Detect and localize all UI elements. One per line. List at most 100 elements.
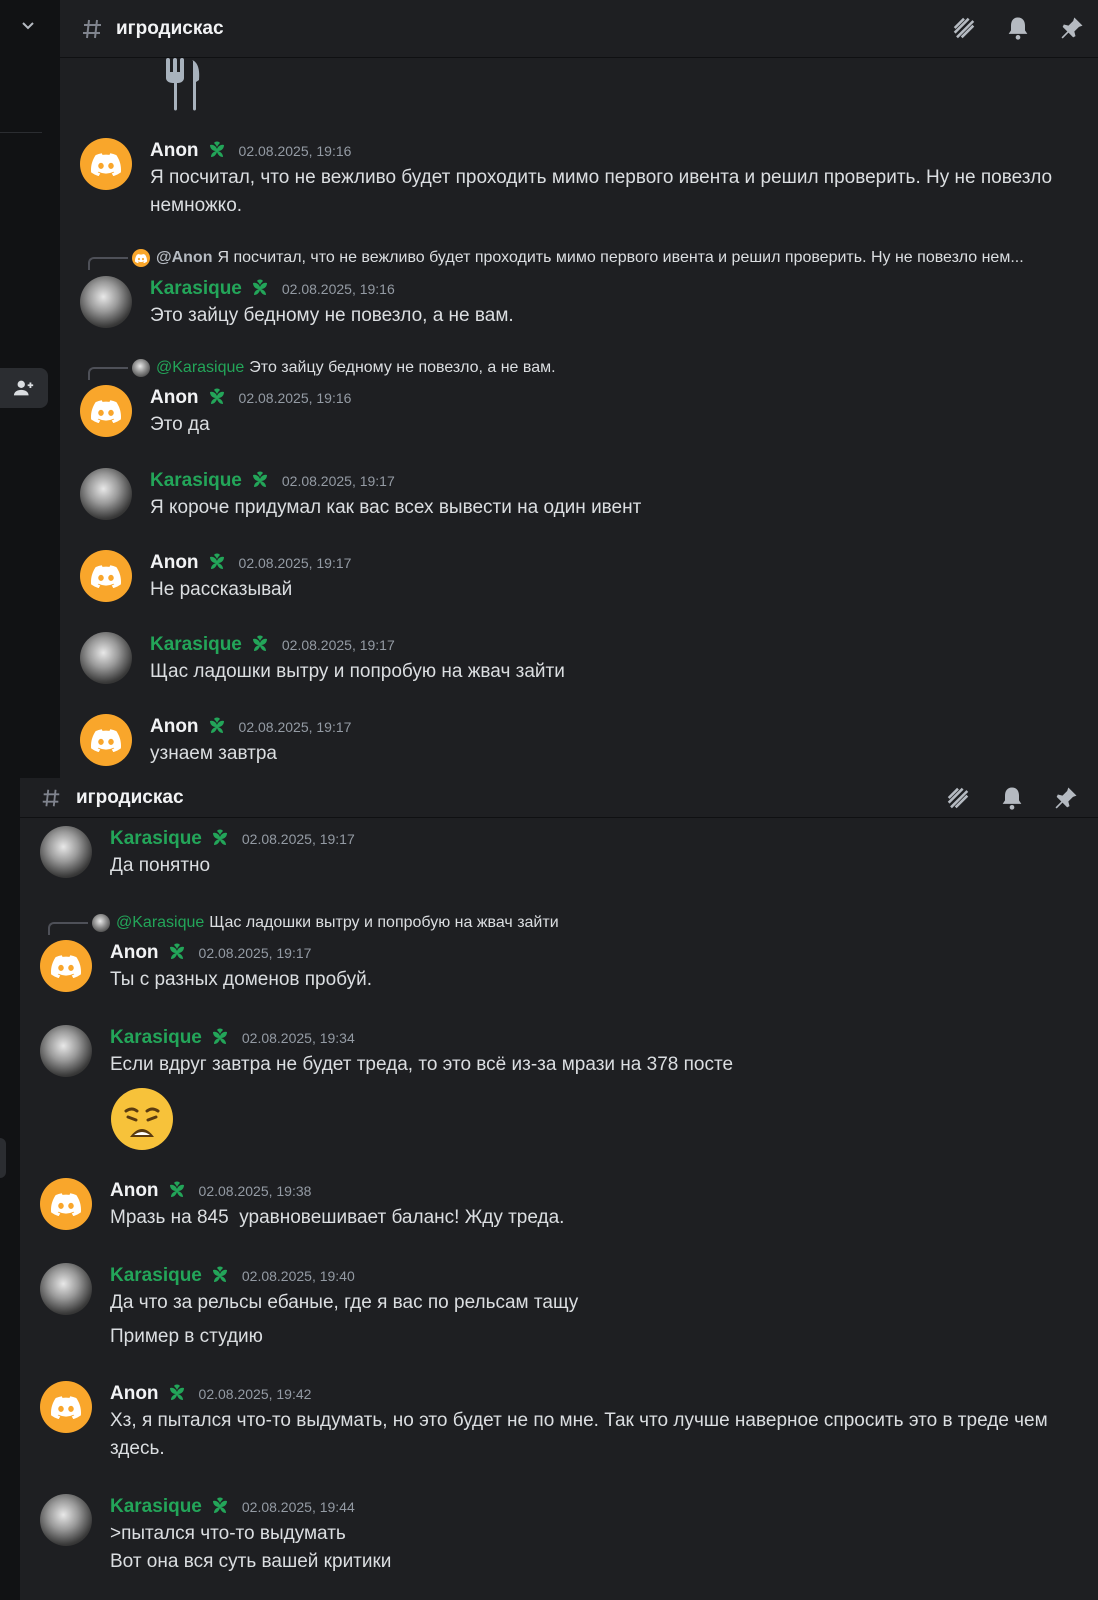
leaf-badge-icon <box>165 1382 189 1406</box>
hash-icon <box>42 789 60 806</box>
channel-title: игродискас <box>116 17 224 39</box>
pin-icon[interactable] <box>1058 14 1086 42</box>
avatar[interactable] <box>40 1494 92 1546</box>
message[interactable]: Karasique 02.08.2025, 19:34 Если вдруг з… <box>40 1025 1088 1156</box>
reply-author[interactable]: @Karasique <box>156 359 244 377</box>
threads-icon[interactable] <box>950 14 978 42</box>
message[interactable]: Anon 02.08.2025, 19:17 Ты с разных домен… <box>40 940 1088 994</box>
message[interactable]: Anon 02.08.2025, 19:42 Хз, я пытался что… <box>40 1381 1088 1463</box>
message[interactable]: Anon 02.08.2025, 19:16 Это да <box>80 385 1088 439</box>
leaf-badge-icon <box>205 386 229 410</box>
avatar[interactable] <box>80 276 132 328</box>
author-name[interactable]: Anon <box>150 552 199 574</box>
timestamp: 02.08.2025, 19:17 <box>241 831 355 847</box>
message-text: Вот она вся суть вашей критики <box>110 1551 392 1572</box>
message[interactable]: Anon 02.08.2025, 19:16 Я посчитал, что н… <box>80 138 1088 220</box>
avatar[interactable] <box>40 1025 92 1077</box>
timestamp: 02.08.2025, 19:17 <box>238 719 352 735</box>
avatar[interactable] <box>40 940 92 992</box>
author-name[interactable]: Anon <box>110 942 159 964</box>
reply-avatar <box>132 359 150 377</box>
leaf-badge-icon <box>208 1264 232 1288</box>
leaf-badge-icon <box>205 715 229 739</box>
author-name[interactable]: Anon <box>150 716 199 738</box>
channel-header: игродискас <box>20 778 1098 818</box>
message[interactable]: Karasique 02.08.2025, 19:17 Да понятно <box>40 826 1088 880</box>
pin-icon[interactable] <box>1052 784 1080 812</box>
author-name[interactable]: Anon <box>150 140 199 162</box>
top-screenshot-panel: игродискас Anon 02.08.2025, 19:16 Я посч… <box>0 0 1098 778</box>
leaf-badge-icon <box>248 277 272 301</box>
message-feed[interactable]: Anon 02.08.2025, 19:16 Я посчитал, что н… <box>60 58 1098 778</box>
leaf-badge-icon <box>165 1179 189 1203</box>
author-name[interactable]: Karasique <box>110 828 202 850</box>
author-name[interactable]: Anon <box>110 1383 159 1405</box>
message[interactable]: Anon 02.08.2025, 19:38 Мразь на 845 урав… <box>40 1178 1088 1232</box>
timestamp: 02.08.2025, 19:42 <box>198 1386 312 1402</box>
server-sidebar <box>0 778 20 1600</box>
bell-icon[interactable] <box>998 784 1026 812</box>
timestamp: 02.08.2025, 19:16 <box>238 390 352 406</box>
author-name[interactable]: Karasique <box>150 634 242 656</box>
message-text: Ты с разных доменов пробуй. <box>110 969 373 990</box>
reply-avatar <box>132 249 150 267</box>
reply-preview[interactable]: @Karasique Это зайцу бедному не повезло,… <box>88 356 1098 380</box>
author-name[interactable]: Anon <box>110 1180 159 1202</box>
timestamp: 02.08.2025, 19:16 <box>238 143 352 159</box>
author-name[interactable]: Karasique <box>150 278 242 300</box>
threads-icon[interactable] <box>944 784 972 812</box>
avatar[interactable] <box>80 714 132 766</box>
avatar[interactable] <box>40 1263 92 1315</box>
message-text: Хз, я пытался что-то выдумать, но это бу… <box>110 1410 1048 1459</box>
author-name[interactable]: Karasique <box>150 470 242 492</box>
avatar[interactable] <box>80 385 132 437</box>
avatar[interactable] <box>80 138 132 190</box>
message[interactable]: Anon 02.08.2025, 19:17 Не рассказывай <box>80 550 1088 604</box>
avatar[interactable] <box>40 826 92 878</box>
avatar[interactable] <box>80 468 132 520</box>
timestamp: 02.08.2025, 19:17 <box>281 637 395 653</box>
reply-preview[interactable]: @Anon Я посчитал, что не вежливо будет п… <box>88 246 1098 270</box>
message-text: Это зайцу бедному не повезло, а не вам. <box>150 305 514 326</box>
leaf-badge-icon <box>205 551 229 575</box>
reply-author[interactable]: @Karasique <box>116 914 204 932</box>
message-text: Это да <box>150 414 210 435</box>
message-text: Пример в студию <box>110 1326 263 1347</box>
message[interactable]: Karasique 02.08.2025, 19:16 Это зайцу бе… <box>80 276 1088 330</box>
message-feed[interactable]: Karasique 02.08.2025, 19:17 Да понятно @… <box>20 818 1098 1600</box>
reply-avatar <box>92 914 110 932</box>
message[interactable]: Karasique 02.08.2025, 19:17 Щас ладошки … <box>80 632 1088 686</box>
timestamp: 02.08.2025, 19:17 <box>281 473 395 489</box>
message-text: Не рассказывай <box>150 579 293 600</box>
message-text: Щас ладошки вытру и попробую на жвач зай… <box>150 661 565 682</box>
author-name[interactable]: Karasique <box>110 1027 202 1049</box>
leaf-badge-icon <box>208 827 232 851</box>
message[interactable]: Anon 02.08.2025, 19:17 узнаем завтра <box>80 714 1088 768</box>
author-name[interactable]: Karasique <box>110 1496 202 1518</box>
message-text: >пытался что-то выдумать <box>110 1523 346 1544</box>
leaf-badge-icon <box>205 139 229 163</box>
avatar[interactable] <box>80 632 132 684</box>
timestamp: 02.08.2025, 19:17 <box>238 555 352 571</box>
message[interactable]: Karasique 02.08.2025, 19:44 >пытался что… <box>40 1494 1088 1576</box>
bottom-screenshot-panel: игродискас Karasique 02.08.2025, 19:17 Д… <box>0 778 1098 1600</box>
timestamp: 02.08.2025, 19:17 <box>198 945 312 961</box>
avatar[interactable] <box>40 1381 92 1433</box>
author-name[interactable]: Karasique <box>110 1265 202 1287</box>
reply-author[interactable]: @Anon <box>156 249 212 267</box>
author-name[interactable]: Anon <box>150 387 199 409</box>
message[interactable]: Karasique 02.08.2025, 19:40 Да что за ре… <box>40 1263 1088 1351</box>
timestamp: 02.08.2025, 19:44 <box>241 1499 355 1515</box>
leaf-badge-icon <box>208 1495 232 1519</box>
weary-face-emoji[interactable] <box>110 1087 174 1151</box>
message[interactable]: Karasique 02.08.2025, 19:17 Я короче при… <box>80 468 1088 522</box>
message-text: Если вдруг завтра не будет треда, то это… <box>110 1054 734 1075</box>
bell-icon[interactable] <box>1004 14 1032 42</box>
add-friend-icon[interactable] <box>0 368 48 408</box>
message-text: Я посчитал, что не вежливо будет проходи… <box>150 167 1053 216</box>
avatar[interactable] <box>80 550 132 602</box>
reply-text: Щас ладошки вытру и попробую на жвач зай… <box>209 914 559 931</box>
reply-preview[interactable]: @Karasique Щас ладошки вытру и попробую … <box>48 911 1098 935</box>
avatar[interactable] <box>40 1178 92 1230</box>
chevron-down-icon[interactable] <box>18 16 38 36</box>
